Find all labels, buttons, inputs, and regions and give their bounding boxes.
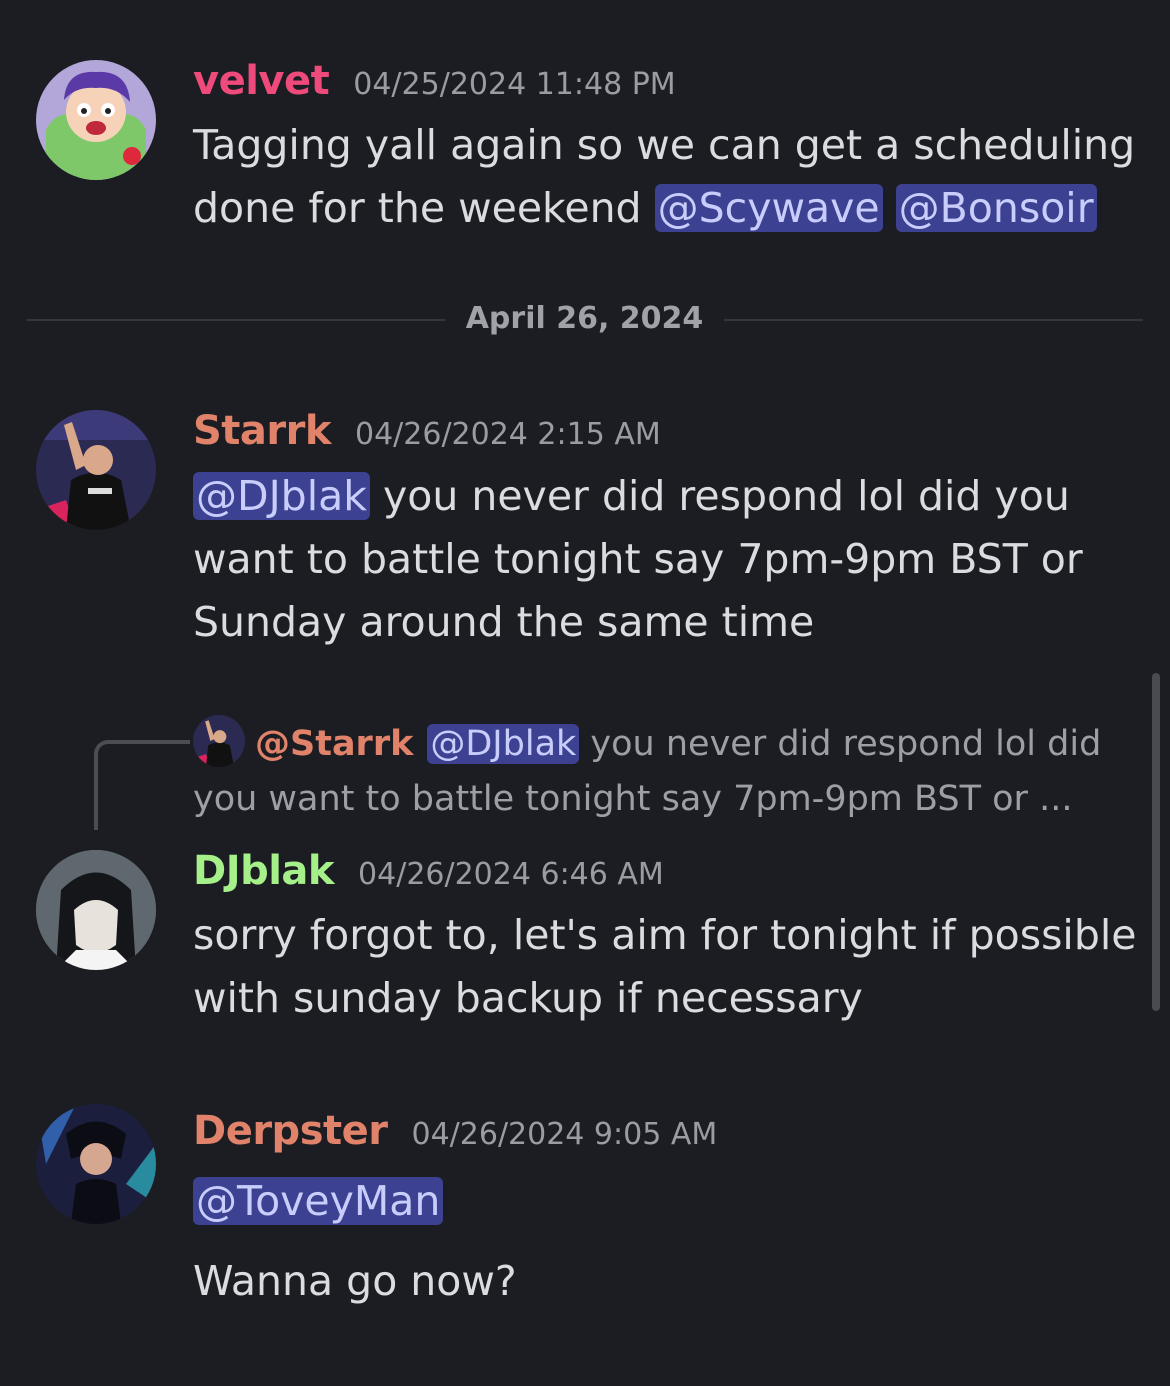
message-content: sorry forgot to, let's aim for tonight i… (193, 904, 1143, 1030)
avatar[interactable] (36, 850, 156, 970)
message-text: Wanna go now? (193, 1257, 517, 1305)
message-content: @DJblak you never did respond lol did yo… (193, 465, 1143, 654)
mention-toveyman[interactable]: @ToveyMan (193, 1177, 444, 1225)
mention-djblak[interactable]: @DJblak (193, 472, 370, 520)
reply-mention[interactable]: @DJblak (427, 724, 580, 764)
avatar[interactable] (36, 410, 156, 530)
avatar-starrk-icon (193, 715, 245, 767)
avatar-velvet-icon (36, 60, 156, 180)
divider-line (27, 319, 445, 321)
message-content: @ToveyMan (193, 1170, 1143, 1233)
mention-bonsoir[interactable]: @Bonsoir (895, 184, 1097, 232)
timestamp: 04/26/2024 9:05 AM (411, 1117, 718, 1152)
divider-date: April 26, 2024 (465, 301, 704, 336)
message-text: sorry forgot to, let's aim for tonight i… (193, 911, 1137, 1022)
username[interactable]: Derpster (193, 1108, 388, 1154)
reply-preview[interactable]: @Starrk @DJblak you never did respond lol… (193, 715, 1123, 827)
avatar-starrk-icon (36, 410, 156, 530)
reply-username[interactable]: @Starrk (255, 724, 413, 764)
mention-scywave[interactable]: @Scywave (654, 184, 883, 232)
timestamp: 04/26/2024 6:46 AM (358, 857, 664, 892)
scrollbar[interactable] (1152, 673, 1160, 1011)
reply-connector (94, 740, 190, 830)
reply-avatar (193, 715, 245, 767)
username[interactable]: Starrk (193, 408, 331, 454)
avatar-djblak-icon (36, 850, 156, 970)
avatar-derpster-icon (36, 1104, 156, 1224)
username[interactable]: DJblak (193, 848, 335, 894)
message-content: Wanna go now? (193, 1250, 1143, 1313)
divider-line (724, 319, 1143, 321)
avatar[interactable] (36, 1104, 156, 1224)
timestamp: 04/25/2024 11:48 PM (353, 67, 676, 102)
date-divider: April 26, 2024 (27, 301, 1143, 336)
message-content: Tagging yall again so we can get a sched… (193, 114, 1143, 240)
timestamp: 04/26/2024 2:15 AM (354, 417, 661, 452)
avatar[interactable] (36, 60, 156, 180)
username[interactable]: velvet (193, 58, 330, 104)
